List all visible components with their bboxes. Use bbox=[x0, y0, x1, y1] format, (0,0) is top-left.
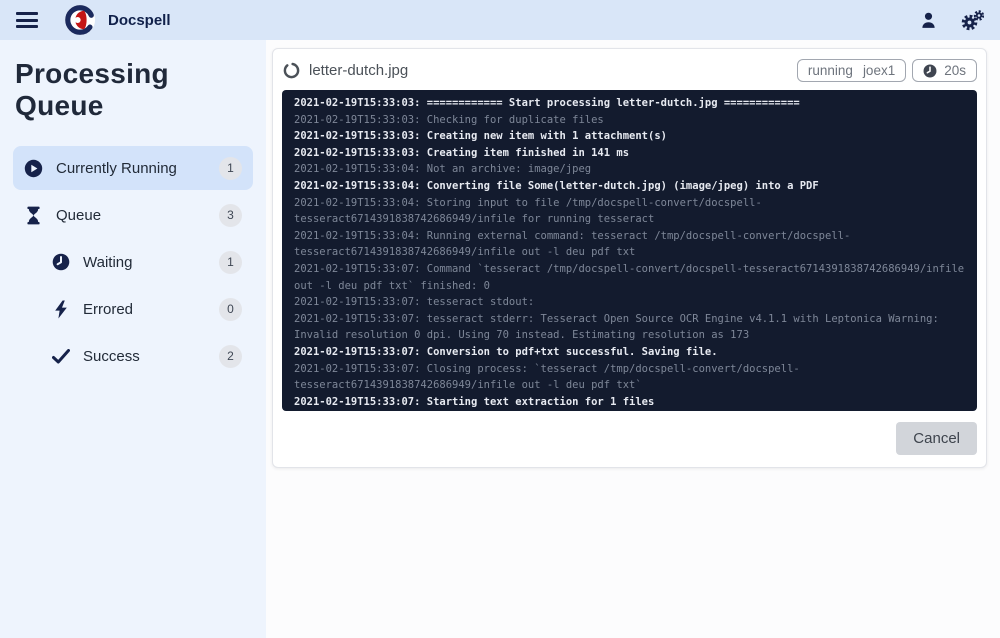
clock-icon bbox=[51, 253, 70, 272]
log-line: 2021-02-19T15:33:04: Converting file Som… bbox=[294, 179, 819, 192]
sidebar-item-label: Errored bbox=[83, 300, 134, 318]
log-line: 2021-02-19T15:33:04: Storing input to fi… bbox=[294, 196, 762, 226]
play-circle-icon bbox=[24, 159, 43, 178]
job-worker: joex1 bbox=[862, 63, 896, 78]
check-icon bbox=[51, 347, 70, 366]
clock-icon bbox=[923, 64, 937, 77]
main-content: letter-dutch.jpg running joex1 20s 2021-… bbox=[266, 40, 1000, 638]
sidebar-item-label: Currently Running bbox=[56, 159, 177, 177]
page-title: Processing Queue bbox=[15, 58, 169, 121]
cancel-button[interactable]: Cancel bbox=[896, 422, 977, 455]
log-line: 2021-02-19T15:33:03: Creating new item w… bbox=[294, 130, 667, 143]
count-badge: 1 bbox=[219, 250, 242, 274]
topbar: Docspell bbox=[0, 0, 1000, 40]
bolt-icon bbox=[51, 300, 70, 319]
log-line: 2021-02-19T15:33:03: Creating item finis… bbox=[294, 146, 630, 159]
sidebar: Processing Queue Currently Running 1 Que… bbox=[0, 40, 266, 638]
sidebar-item-currently-running[interactable]: Currently Running 1 bbox=[13, 146, 253, 190]
count-badge: 0 bbox=[219, 297, 242, 321]
job-runtime: 20s bbox=[944, 63, 966, 78]
sidebar-item-label: Waiting bbox=[83, 253, 133, 271]
spinner-icon bbox=[283, 62, 300, 79]
job-card-footer: Cancel bbox=[273, 412, 986, 467]
log-line: 2021-02-19T15:33:07: Command `tesseract … bbox=[294, 262, 965, 292]
log-line: 2021-02-19T15:33:07: Starting text extra… bbox=[294, 395, 655, 408]
log-line: 2021-02-19T15:33:03: ============ Start … bbox=[294, 97, 800, 109]
sidebar-item-label: Success bbox=[83, 347, 140, 365]
log-line: 2021-02-19T15:33:04: Running external co… bbox=[294, 229, 851, 259]
job-state-badge[interactable]: running joex1 bbox=[796, 59, 907, 82]
log-line: 2021-02-19T15:33:07: Conversion to pdf+t… bbox=[294, 345, 718, 358]
job-header: letter-dutch.jpg running joex1 20s bbox=[273, 49, 986, 90]
log-line: 2021-02-19T15:33:03: Checking for duplic… bbox=[294, 113, 604, 126]
sidebar-item-errored[interactable]: Errored 0 bbox=[13, 287, 253, 331]
job-state: running bbox=[807, 63, 853, 78]
running-job-card: letter-dutch.jpg running joex1 20s 2021-… bbox=[272, 48, 987, 468]
sidebar-item-label: Queue bbox=[56, 206, 102, 224]
app-title: Docspell bbox=[108, 11, 171, 29]
count-badge: 3 bbox=[219, 203, 242, 227]
docspell-logo-icon bbox=[64, 4, 96, 36]
hamburger-menu-icon[interactable] bbox=[16, 12, 38, 28]
hourglass-icon bbox=[24, 206, 43, 225]
log-line: 2021-02-19T15:33:07: tesseract stderr: T… bbox=[294, 312, 939, 342]
sidebar-item-waiting[interactable]: Waiting 1 bbox=[13, 240, 253, 284]
log-line: 2021-02-19T15:33:07: tesseract stdout: bbox=[294, 296, 535, 309]
log-line: 2021-02-19T15:33:07: Closing process: `t… bbox=[294, 362, 800, 392]
sidebar-item-queue[interactable]: Queue 3 bbox=[13, 193, 253, 237]
settings-gears-icon[interactable] bbox=[960, 9, 984, 31]
job-filename: letter-dutch.jpg bbox=[309, 62, 409, 79]
job-runtime-badge[interactable]: 20s bbox=[912, 59, 977, 82]
count-badge: 1 bbox=[219, 156, 242, 180]
job-log-console[interactable]: 2021-02-19T15:33:03: ============ Start … bbox=[282, 90, 977, 411]
log-line: 2021-02-19T15:33:04: Not an archive: ima… bbox=[294, 163, 592, 176]
user-icon[interactable] bbox=[919, 11, 938, 30]
sidebar-item-success[interactable]: Success 2 bbox=[13, 334, 253, 378]
count-badge: 2 bbox=[219, 344, 242, 368]
